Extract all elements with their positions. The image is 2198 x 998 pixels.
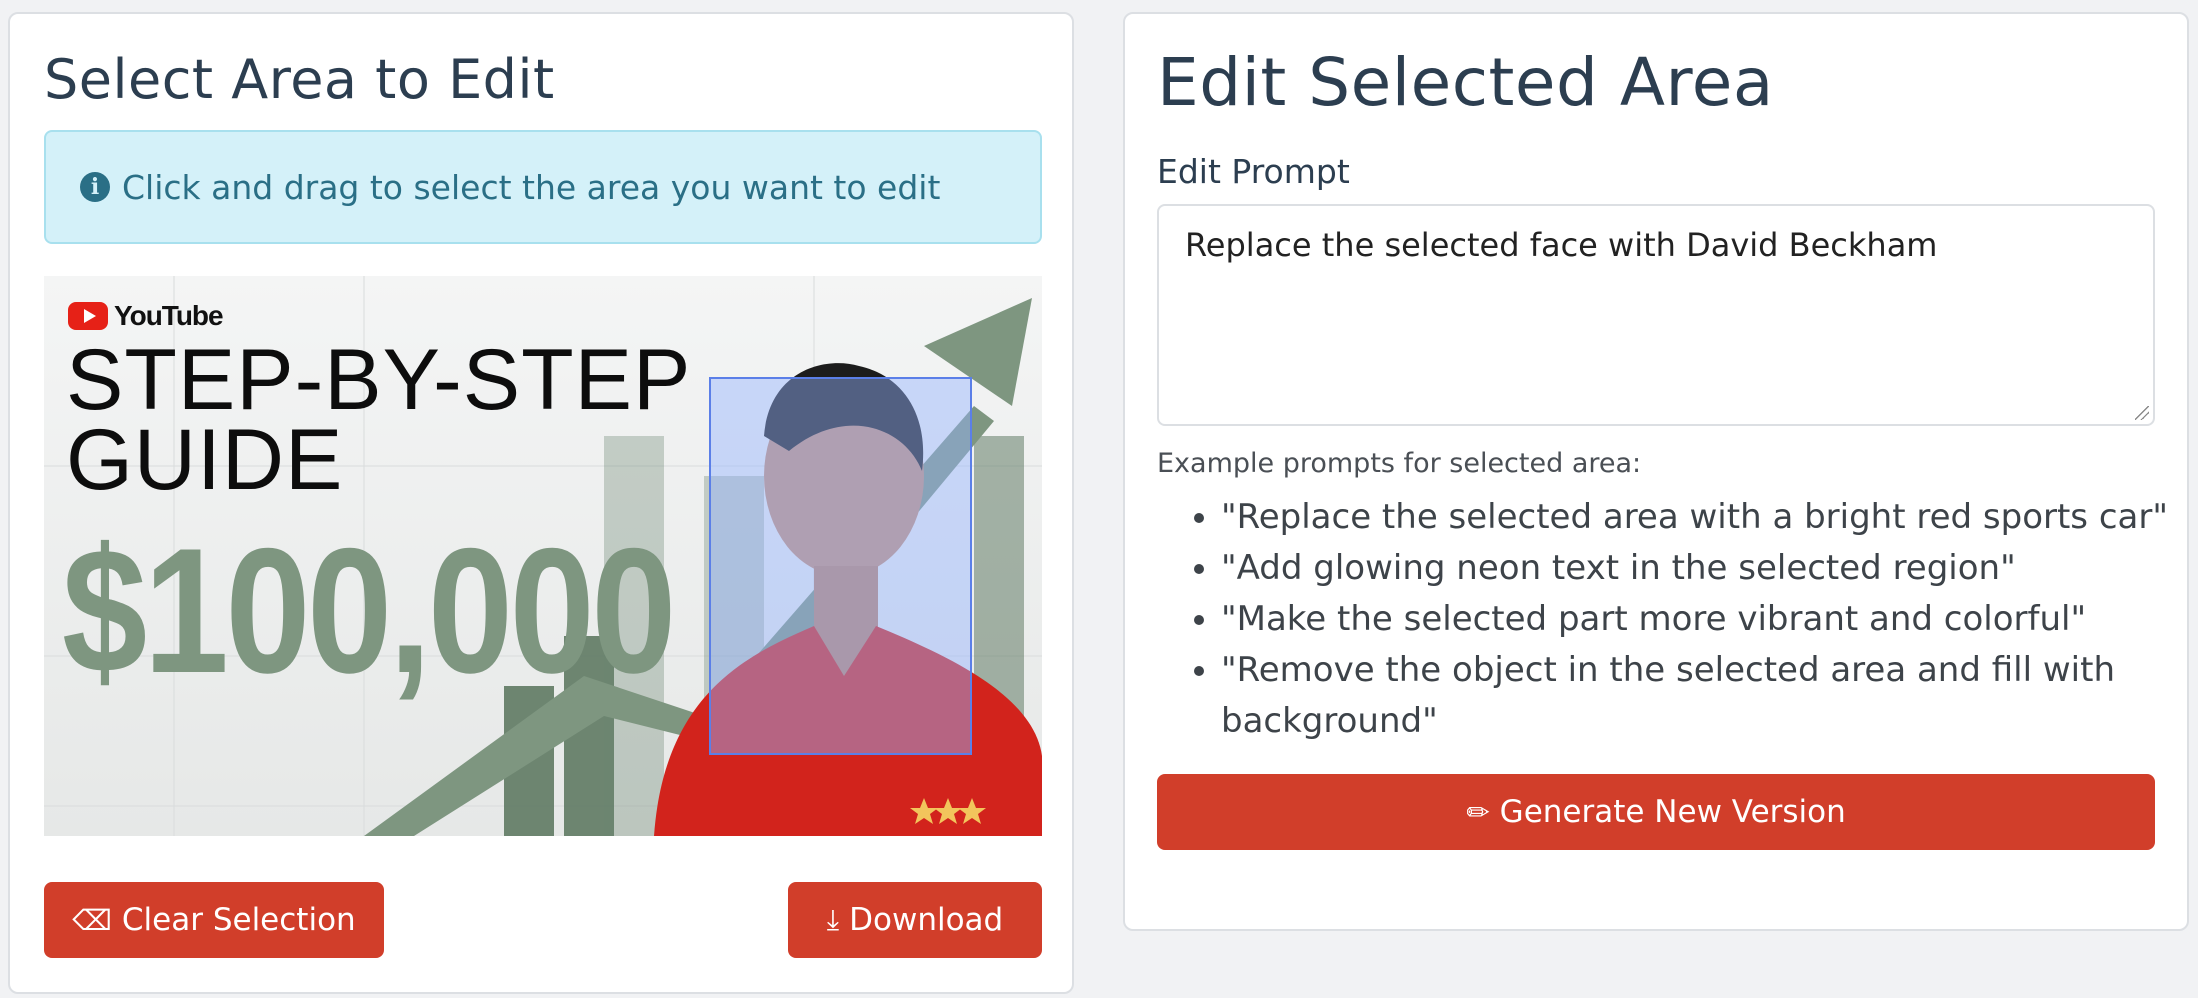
- info-icon: i: [80, 172, 110, 202]
- info-alert: i Click and drag to select the area you …: [44, 130, 1042, 244]
- youtube-logo: YouTube: [68, 300, 224, 332]
- list-item: "Remove the object in the selected area …: [1221, 645, 2198, 747]
- list-item: "Add glowing neon text in the selected r…: [1221, 543, 2198, 594]
- list-item: "Replace the selected area with a bright…: [1221, 492, 2198, 543]
- download-icon: ⤓: [826, 903, 840, 936]
- list-item: "Make the selected part more vibrant and…: [1221, 594, 2198, 645]
- image-selection-canvas[interactable]: YouTube STEP-BY-STEP GUIDE $100,000: [44, 276, 1042, 836]
- thumbnail-headline: STEP-BY-STEP GUIDE: [66, 332, 692, 508]
- clear-selection-button[interactable]: ⌫ Clear Selection: [44, 882, 384, 958]
- info-text: Click and drag to select the area you wa…: [122, 167, 941, 207]
- selection-rectangle[interactable]: [709, 377, 972, 755]
- thumbnail-amount: $100,000: [62, 511, 676, 710]
- clear-selection-label: Clear Selection: [121, 902, 356, 938]
- youtube-icon: [68, 302, 108, 330]
- example-prompts-list: "Replace the selected area with a bright…: [1189, 492, 2198, 747]
- generate-label: Generate New Version: [1499, 794, 1846, 830]
- download-label: Download: [849, 902, 1004, 938]
- select-area-title: Select Area to Edit: [44, 48, 555, 111]
- download-button[interactable]: ⤓ Download: [788, 882, 1042, 958]
- headline-line-2: GUIDE: [66, 412, 344, 508]
- headline-line-1: STEP-BY-STEP: [66, 332, 692, 428]
- youtube-wordmark: YouTube: [114, 300, 224, 331]
- edit-area-card: Edit Selected Area Edit Prompt Replace t…: [1123, 12, 2189, 931]
- edit-prompt-value: Replace the selected face with David Bec…: [1185, 226, 1938, 264]
- edit-prompt-input[interactable]: Replace the selected face with David Bec…: [1157, 204, 2155, 426]
- resize-handle-icon[interactable]: [2135, 406, 2149, 420]
- edit-prompt-label: Edit Prompt: [1157, 152, 1350, 191]
- edit-area-title: Edit Selected Area: [1157, 44, 1774, 121]
- select-area-card: Select Area to Edit i Click and drag to …: [8, 12, 1074, 994]
- generate-new-version-button[interactable]: ✏ Generate New Version: [1157, 774, 2155, 850]
- pencil-icon: ✏: [1466, 795, 1490, 829]
- eraser-icon: ⌫: [72, 903, 112, 937]
- examples-label: Example prompts for selected area:: [1157, 448, 1642, 479]
